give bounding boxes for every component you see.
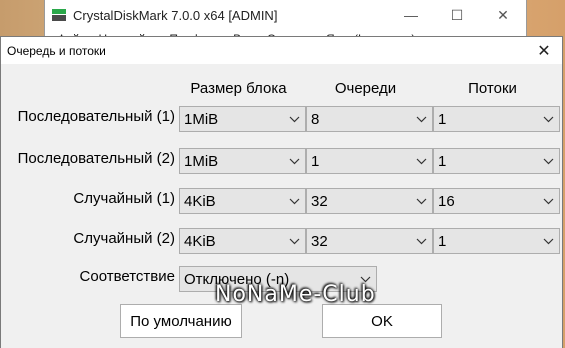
row-label-seq1: Последовательный (1) (17, 108, 175, 125)
select-value: 1 (438, 232, 447, 250)
chevron-down-icon (537, 189, 559, 213)
chevron-down-icon (410, 229, 432, 253)
header-threads: Потоки (468, 80, 517, 97)
select-value: 1MiB (184, 152, 219, 170)
rnd2-block-size-select[interactable]: 4KiB (179, 228, 306, 254)
chevron-down-icon (537, 107, 559, 131)
select-value: 1 (311, 152, 320, 170)
chevron-down-icon (410, 107, 432, 131)
rnd1-block-size-select[interactable]: 4KiB (179, 188, 306, 214)
chevron-down-icon (537, 149, 559, 173)
compat-label: Соответствие (79, 268, 175, 285)
rnd2-threads-select[interactable]: 1 (433, 228, 560, 254)
row-label-rnd2: Случайный (2) (73, 230, 175, 247)
chevron-down-icon (410, 189, 432, 213)
header-queues: Очереди (334, 80, 397, 97)
chevron-down-icon (283, 149, 305, 173)
dialog-close-button[interactable]: ✕ (526, 37, 562, 64)
chevron-down-icon (354, 267, 376, 291)
crystaldiskmark-icon (51, 7, 67, 23)
rnd2-queues-select[interactable]: 32 (306, 228, 433, 254)
close-button[interactable]: ✕ (480, 0, 526, 30)
seq2-queues-select[interactable]: 1 (306, 148, 433, 174)
seq1-block-size-select[interactable]: 1MiB (179, 106, 306, 132)
seq2-block-size-select[interactable]: 1MiB (179, 148, 306, 174)
dialog-titlebar: Очередь и потоки ✕ (1, 37, 562, 64)
rnd1-threads-select[interactable]: 16 (433, 188, 560, 214)
seq1-threads-select[interactable]: 1 (433, 106, 560, 132)
rnd1-queues-select[interactable]: 32 (306, 188, 433, 214)
chevron-down-icon (283, 107, 305, 131)
select-value: 1 (438, 152, 447, 170)
chevron-down-icon (537, 229, 559, 253)
select-value: 4KiB (184, 192, 216, 210)
dialog-title: Очередь и потоки (7, 43, 106, 58)
select-value: 32 (311, 192, 328, 210)
select-value: 32 (311, 232, 328, 250)
chevron-down-icon (283, 189, 305, 213)
row-label-rnd1: Случайный (1) (73, 190, 175, 207)
select-value: 16 (438, 192, 455, 210)
chevron-down-icon (410, 149, 432, 173)
row-label-seq2: Последовательный (2) (17, 150, 175, 167)
parent-title: CrystalDiskMark 7.0.0 x64 [ADMIN] (73, 7, 278, 23)
default-button[interactable]: По умолчанию (120, 304, 242, 338)
chevron-down-icon (283, 229, 305, 253)
ok-button[interactable]: OK (322, 304, 442, 338)
minimize-button[interactable]: — (388, 0, 434, 30)
maximize-button[interactable]: ☐ (434, 0, 480, 30)
select-value: 1MiB (184, 110, 219, 128)
select-value: Отключено (-n) (184, 270, 290, 288)
parent-window-controls: — ☐ ✕ (388, 0, 526, 30)
select-value: 4KiB (184, 232, 216, 250)
seq2-threads-select[interactable]: 1 (433, 148, 560, 174)
header-block-size: Размер блока (190, 80, 287, 97)
parent-titlebar: CrystalDiskMark 7.0.0 x64 [ADMIN] — ☐ ✕ (45, 0, 526, 30)
compat-select[interactable]: Отключено (-n) (179, 266, 377, 292)
queues-threads-dialog: Очередь и потоки ✕ Размер блока Очереди … (0, 36, 563, 348)
seq1-queues-select[interactable]: 8 (306, 106, 433, 132)
dialog-body: Размер блока Очереди Потоки Последовател… (1, 64, 562, 348)
select-value: 8 (311, 110, 320, 128)
select-value: 1 (438, 110, 447, 128)
